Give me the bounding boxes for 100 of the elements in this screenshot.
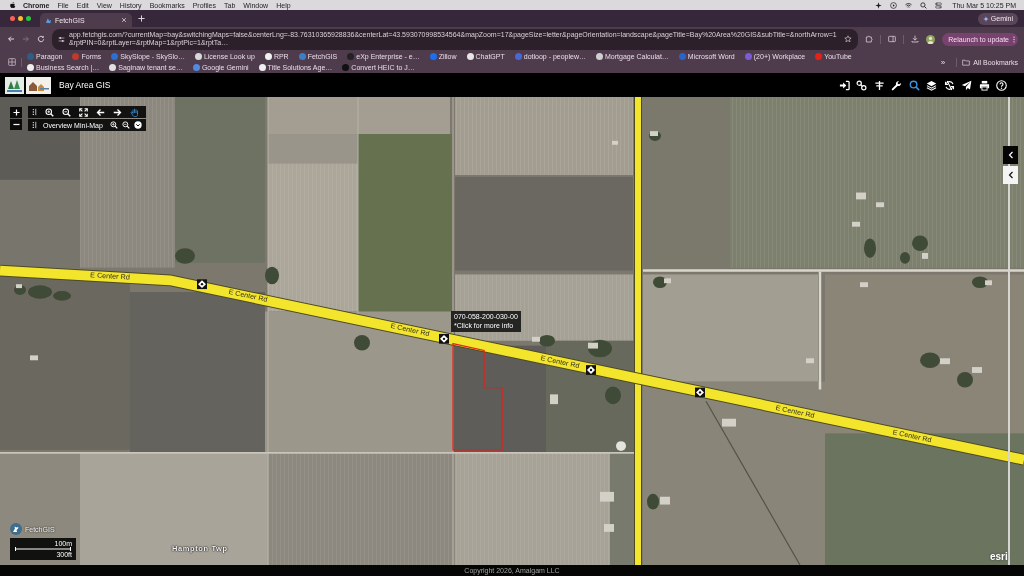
drag-handle-icon[interactable] [32, 121, 37, 129]
panel-toggle-button[interactable] [1003, 146, 1018, 164]
tune-icon[interactable] [58, 35, 65, 43]
sync-icon[interactable] [943, 79, 955, 91]
apple-icon[interactable] [9, 1, 16, 9]
layers-icon[interactable] [926, 79, 937, 91]
paper-plane-icon[interactable] [961, 79, 972, 91]
sparkle-icon [982, 15, 989, 22]
avatar-icon[interactable] [926, 34, 936, 44]
building [660, 496, 670, 505]
building [806, 358, 814, 364]
road-marker-icon [586, 365, 596, 375]
zoom-out-icon[interactable] [122, 121, 130, 129]
building [30, 355, 38, 361]
tree-cluster [265, 266, 279, 285]
arrow-right-icon[interactable] [113, 107, 122, 117]
building [16, 284, 22, 289]
building [922, 253, 928, 259]
new-tab-icon[interactable] [138, 15, 145, 22]
circle-play-icon[interactable] [890, 1, 898, 9]
wrench-icon[interactable] [891, 79, 902, 91]
zoom-out-button[interactable] [10, 119, 22, 130]
window-minimize-icon[interactable] [18, 16, 23, 21]
attribution-logo: esri [990, 551, 1008, 562]
parcel-outline[interactable] [452, 342, 503, 451]
apps-grid-icon[interactable] [8, 58, 16, 66]
road-marker-icon [439, 333, 449, 344]
building [650, 131, 658, 136]
building [852, 221, 860, 227]
arrow-left-icon[interactable] [96, 107, 105, 117]
building [612, 140, 618, 145]
building [664, 278, 671, 284]
tree-logo-icon[interactable] [5, 76, 24, 94]
search-icon[interactable] [920, 1, 928, 9]
chevron-left-icon [1007, 151, 1014, 159]
tree-cluster [605, 386, 621, 405]
back-arrow-icon[interactable] [7, 35, 15, 43]
building [876, 202, 884, 208]
tree-cluster [175, 248, 195, 264]
sign-in-icon[interactable] [838, 79, 850, 91]
building [985, 280, 992, 286]
tree-cluster [957, 371, 973, 388]
side-panel-icon[interactable] [888, 35, 897, 43]
more-bookmarks-button[interactable]: » [938, 57, 948, 67]
building [972, 367, 982, 373]
zoom-in-button[interactable] [10, 107, 22, 118]
building [600, 491, 614, 502]
hand-icon[interactable] [130, 107, 139, 117]
search-icon[interactable] [908, 79, 920, 91]
tree-cluster [28, 285, 52, 299]
reload-icon[interactable] [37, 35, 45, 43]
zoom-in-icon[interactable] [110, 121, 118, 129]
house-logo-icon[interactable] [26, 76, 51, 94]
chevron-left-icon [1007, 171, 1014, 179]
minus-icon [12, 121, 20, 128]
building [588, 342, 598, 349]
window-close-icon[interactable] [10, 16, 15, 21]
tree-cluster [53, 291, 71, 301]
scale-line-icon [14, 547, 72, 551]
puzzle-icon[interactable] [865, 35, 874, 43]
zoom-out-icon[interactable] [62, 107, 71, 117]
building [860, 282, 868, 288]
tree-cluster [920, 352, 940, 369]
expand-icon[interactable] [79, 107, 88, 117]
zoom-in-icon[interactable] [45, 107, 54, 117]
chevron-down-icon[interactable] [134, 121, 142, 129]
star-icon[interactable] [844, 35, 853, 43]
plus-icon [12, 109, 20, 116]
water-tower [616, 441, 626, 451]
link-icon[interactable] [856, 79, 867, 91]
road-marker-icon [197, 279, 207, 290]
tree-cluster [900, 252, 910, 264]
app-title: Bay Area GIS [59, 80, 111, 90]
panel-toggle-button[interactable] [1003, 166, 1018, 184]
tree-cluster [912, 235, 928, 252]
tree-cluster [653, 276, 667, 289]
window-maximize-icon[interactable] [26, 16, 31, 21]
help-icon[interactable] [996, 79, 1007, 91]
building [532, 336, 540, 342]
wifi-icon[interactable] [905, 1, 913, 9]
control-center-icon[interactable] [935, 1, 943, 9]
building [550, 394, 558, 405]
tree-cluster [354, 334, 370, 351]
building [604, 524, 614, 532]
address-bar[interactable] [52, 28, 859, 50]
drag-handle-icon[interactable] [32, 108, 37, 116]
pole-icon[interactable] [873, 79, 885, 91]
sparkle-icon[interactable] [875, 1, 883, 9]
tree-cluster [864, 238, 876, 258]
tree-cluster [539, 334, 555, 347]
download-icon[interactable] [911, 35, 920, 43]
tree-cluster [647, 493, 659, 510]
folder-icon [962, 58, 971, 66]
building [940, 358, 950, 365]
close-icon[interactable] [121, 17, 127, 23]
building [722, 418, 736, 427]
tab-favicon-icon [45, 16, 52, 24]
round-logo-icon [10, 523, 22, 535]
tree-cluster [972, 276, 988, 289]
print-icon[interactable] [978, 79, 990, 91]
